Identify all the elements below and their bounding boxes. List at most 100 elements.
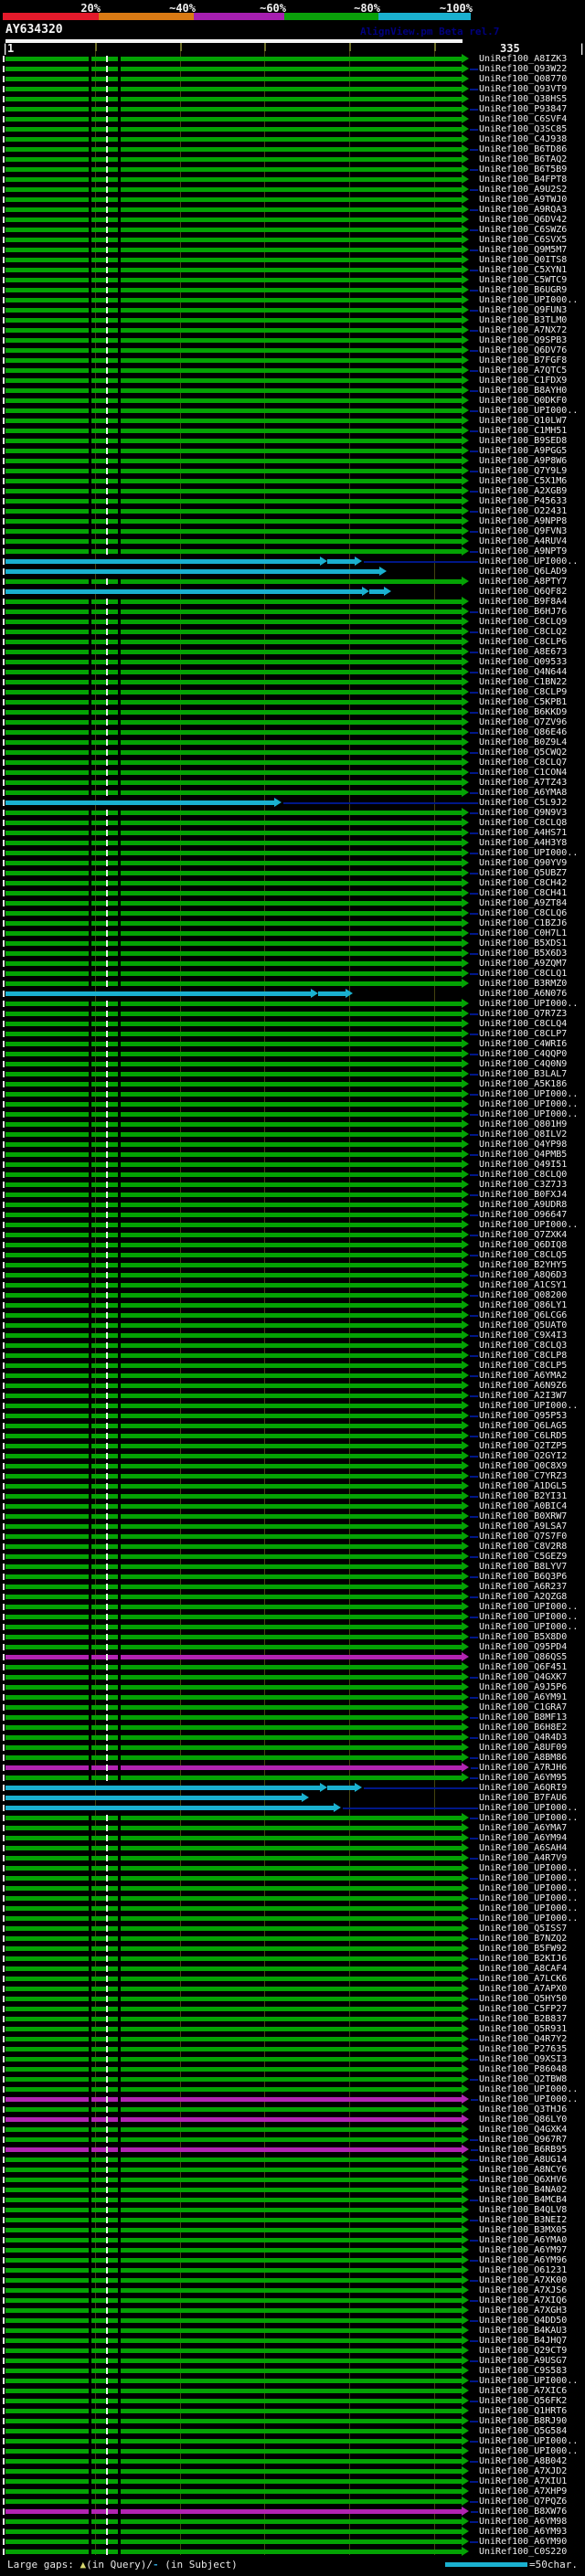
hit-row[interactable]: UniRef100_B6Q3P6	[0, 1572, 585, 1582]
hit-label[interactable]: UniRef100_B7FGF8	[479, 355, 567, 366]
hit-row[interactable]: UniRef100_Q6F451	[0, 1662, 585, 1672]
hit-row[interactable]: UniRef100_A9NPP8	[0, 516, 585, 526]
hit-row[interactable]: UniRef100_C5FP27	[0, 2004, 585, 2014]
hit-label[interactable]: UniRef100_C1BZJ6	[479, 918, 567, 928]
hit-row[interactable]: UniRef100_B4MCB4	[0, 2195, 585, 2205]
hit-row[interactable]: UniRef100_B3MX05	[0, 2225, 585, 2235]
hit-row[interactable]: UniRef100_Q56FK2	[0, 2396, 585, 2406]
hit-label[interactable]: UniRef100_UPI000..	[479, 2094, 578, 2104]
hit-row[interactable]: UniRef100_C8CLQ6	[0, 908, 585, 918]
hit-label[interactable]: UniRef100_Q4PMB5	[479, 1150, 567, 1160]
hit-row[interactable]: UniRef100_Q2TZP5	[0, 1441, 585, 1451]
hit-label[interactable]: UniRef100_B4FPT8	[479, 175, 567, 185]
hit-label[interactable]: UniRef100_B0XRW7	[479, 1511, 567, 1521]
hit-row[interactable]: UniRef100_B8XW76	[0, 2507, 585, 2517]
hit-label[interactable]: UniRef100_Q86LY1	[479, 1300, 567, 1310]
hit-row[interactable]: UniRef100_B0FXJ4	[0, 1190, 585, 1200]
hit-row[interactable]: UniRef100_Q0ITS8	[0, 255, 585, 265]
hit-row[interactable]: UniRef100_A4HS71	[0, 828, 585, 838]
hit-row[interactable]: UniRef100_Q95PD4	[0, 1642, 585, 1652]
hit-row[interactable]: UniRef100_O22431	[0, 506, 585, 516]
hit-label[interactable]: UniRef100_Q801H9	[479, 1119, 567, 1129]
hit-label[interactable]: UniRef100_C9S583	[479, 2366, 567, 2376]
hit-label[interactable]: UniRef100_Q3SC85	[479, 124, 567, 134]
hit-row[interactable]: UniRef100_UPI000..	[0, 999, 585, 1009]
hit-row[interactable]: UniRef100_Q5ISS7	[0, 1924, 585, 1934]
hit-row[interactable]: UniRef100_A9UDR8	[0, 1200, 585, 1210]
hit-row[interactable]: UniRef100_C5GEZ9	[0, 1552, 585, 1562]
hit-label[interactable]: UniRef100_Q2TZP5	[479, 1441, 567, 1451]
hit-label[interactable]: UniRef100_UPI000..	[479, 557, 578, 567]
hit-label[interactable]: UniRef100_B5X8D0	[479, 1632, 567, 1642]
hit-row[interactable]: UniRef100_Q93W22	[0, 64, 585, 74]
hit-label[interactable]: UniRef100_O22431	[479, 506, 567, 516]
hit-row[interactable]: UniRef100_B8MF13	[0, 1712, 585, 1723]
hit-label[interactable]: UniRef100_C8V2R8	[479, 1542, 567, 1552]
hit-label[interactable]: UniRef100_UPI000..	[479, 1803, 578, 1813]
hit-row[interactable]: UniRef100_UPI000..	[0, 557, 585, 567]
hit-row[interactable]: UniRef100_C8CLP5	[0, 1361, 585, 1371]
hit-row[interactable]: UniRef100_A7XIU1	[0, 2476, 585, 2486]
hit-label[interactable]: UniRef100_B3LAL7	[479, 1069, 567, 1079]
hit-label[interactable]: UniRef100_B3NEI2	[479, 2215, 567, 2225]
hit-label[interactable]: UniRef100_C8CLQ4	[479, 1019, 567, 1029]
hit-row[interactable]: UniRef100_UPI000..	[0, 295, 585, 305]
hit-row[interactable]: UniRef100_B6KKD9	[0, 707, 585, 717]
hit-row[interactable]: UniRef100_Q1HRT6	[0, 2406, 585, 2416]
hit-row[interactable]: UniRef100_B0XRW7	[0, 1511, 585, 1521]
hit-row[interactable]: UniRef100_UPI000..	[0, 1813, 585, 1823]
hit-label[interactable]: UniRef100_A1DGL5	[479, 1481, 567, 1491]
hit-label[interactable]: UniRef100_B8LYV7	[479, 1562, 567, 1572]
hit-label[interactable]: UniRef100_Q93VT9	[479, 84, 567, 94]
hit-label[interactable]: UniRef100_Q4DD50	[479, 2316, 567, 2326]
hit-label[interactable]: UniRef100_A6QRI9	[479, 1783, 567, 1793]
hit-label[interactable]: UniRef100_UPI000..	[479, 1099, 578, 1109]
hit-row[interactable]: UniRef100_B4QLV8	[0, 2205, 585, 2215]
hit-row[interactable]: UniRef100_Q9N9V3	[0, 808, 585, 818]
hit-row[interactable]: UniRef100_Q6DIQ8	[0, 1240, 585, 1250]
hit-label[interactable]: UniRef100_B2B837	[479, 2014, 567, 2024]
hit-row[interactable]: UniRef100_B8RJ90	[0, 2416, 585, 2426]
hit-label[interactable]: UniRef100_Q10LW7	[479, 416, 567, 426]
hit-label[interactable]: UniRef100_Q7Y9L9	[479, 466, 567, 476]
hit-row[interactable]: UniRef100_Q86LY0	[0, 2115, 585, 2125]
hit-label[interactable]: UniRef100_C5KPB1	[479, 697, 567, 707]
hit-row[interactable]: UniRef100_B3TLM0	[0, 315, 585, 325]
hit-row[interactable]: UniRef100_Q93VT9	[0, 84, 585, 94]
hit-label[interactable]: UniRef100_UPI000..	[479, 1622, 578, 1632]
hit-row[interactable]: UniRef100_C8CH42	[0, 878, 585, 888]
hit-row[interactable]: UniRef100_C8CLP8	[0, 1351, 585, 1361]
hit-label[interactable]: UniRef100_C8CLP9	[479, 687, 567, 697]
hit-label[interactable]: UniRef100_Q4GXK4	[479, 2125, 567, 2135]
hit-label[interactable]: UniRef100_B8XW76	[479, 2507, 567, 2517]
hit-label[interactable]: UniRef100_Q5HY50	[479, 1994, 567, 2004]
hit-label[interactable]: UniRef100_UPI000..	[479, 406, 578, 416]
hit-label[interactable]: UniRef100_Q5UBZ7	[479, 868, 567, 878]
hit-label[interactable]: UniRef100_Q4YP98	[479, 1140, 567, 1150]
hit-row[interactable]: UniRef100_A9TWJ0	[0, 195, 585, 205]
hit-row[interactable]: UniRef100_A7XIC6	[0, 2386, 585, 2396]
hit-row[interactable]: UniRef100_B5XDS1	[0, 938, 585, 949]
hit-row[interactable]: UniRef100_A7RJH6	[0, 1763, 585, 1773]
hit-row[interactable]: UniRef100_A7LCK6	[0, 1974, 585, 1984]
hit-label[interactable]: UniRef100_A7XIQ6	[479, 2295, 567, 2306]
hit-row[interactable]: UniRef100_C3Z7J3	[0, 1180, 585, 1190]
hit-row[interactable]: UniRef100_Q7ZXK4	[0, 1230, 585, 1240]
hit-row[interactable]: UniRef100_Q86E46	[0, 727, 585, 737]
hit-label[interactable]: UniRef100_UPI000..	[479, 1401, 578, 1411]
hit-label[interactable]: UniRef100_B3MX05	[479, 2225, 567, 2235]
hit-label[interactable]: UniRef100_UPI000..	[479, 2446, 578, 2456]
hit-label[interactable]: UniRef100_C8CH42	[479, 878, 567, 888]
hit-label[interactable]: UniRef100_C4QQP0	[479, 1049, 567, 1059]
hit-label[interactable]: UniRef100_A7XIC6	[479, 2386, 567, 2396]
hit-row[interactable]: UniRef100_Q4N644	[0, 667, 585, 677]
hit-label[interactable]: UniRef100_Q7S7F0	[479, 1532, 567, 1542]
hit-label[interactable]: UniRef100_C8CLQ1	[479, 969, 567, 979]
hit-label[interactable]: UniRef100_B3TLM0	[479, 315, 567, 325]
hit-label[interactable]: UniRef100_B8MF13	[479, 1712, 567, 1723]
hit-row[interactable]: UniRef100_A4RUV4	[0, 536, 585, 546]
hit-row[interactable]: UniRef100_UPI000..	[0, 2436, 585, 2446]
hit-row[interactable]: UniRef100_C0H7L1	[0, 928, 585, 938]
hit-row[interactable]: UniRef100_Q38HS5	[0, 94, 585, 104]
hit-row[interactable]: UniRef100_B5FW92	[0, 1944, 585, 1954]
